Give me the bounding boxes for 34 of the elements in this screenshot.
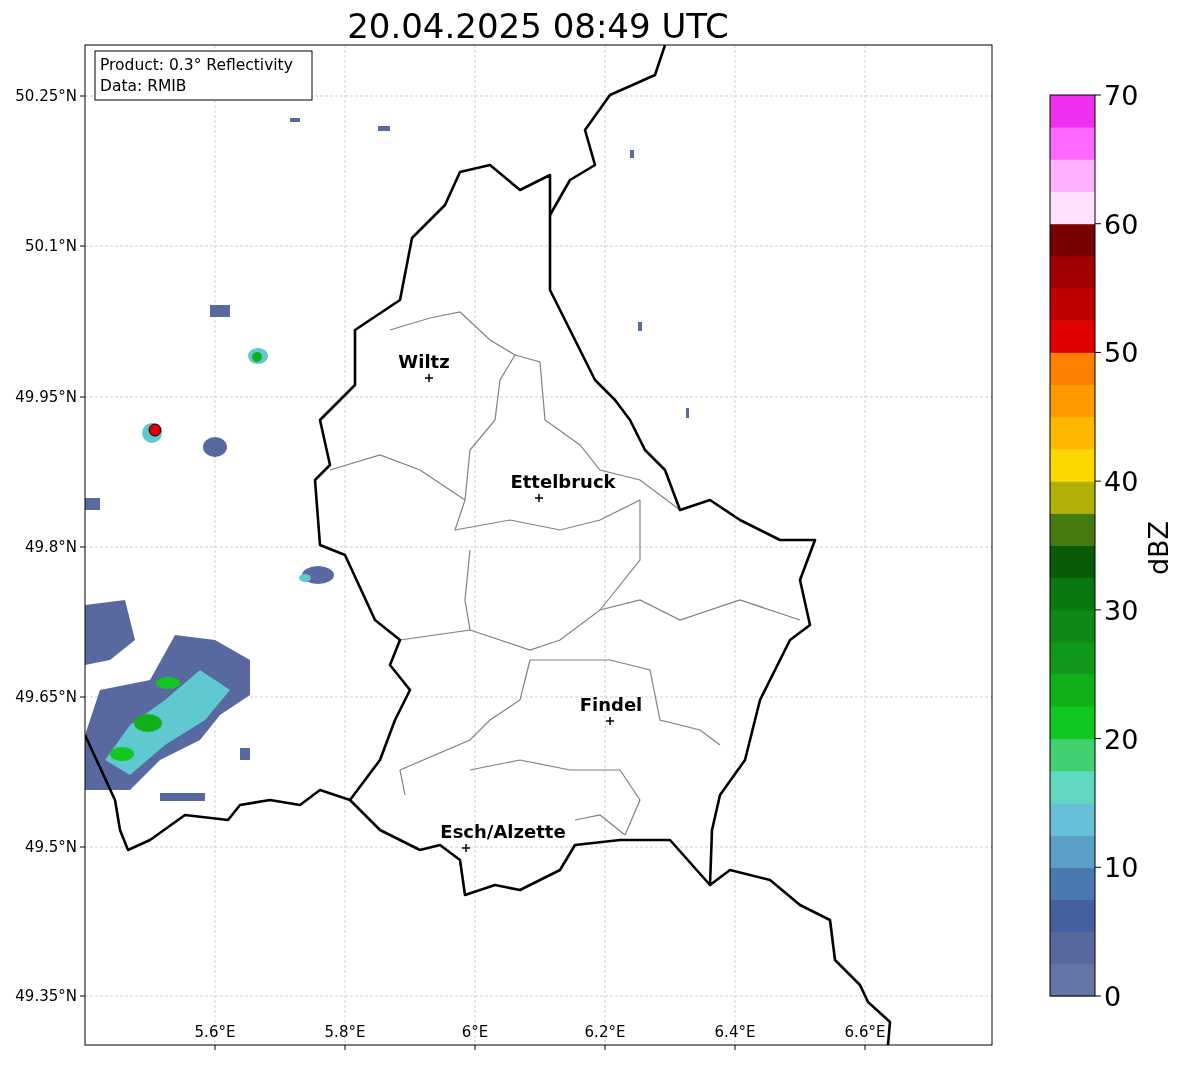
latitude-label: 50.25°N [15, 87, 77, 105]
city-label: Ettelbruck [510, 471, 616, 492]
city-marker-icon [534, 493, 544, 503]
longitude-label: 6.4°E [714, 1023, 756, 1041]
city-marker-icon [424, 373, 434, 383]
longitude-label: 5.8°E [324, 1023, 366, 1041]
colorbar-tick-label: 30 [1104, 594, 1139, 626]
info-text: Product: 0.3° Reflectivity [100, 56, 293, 74]
longitude-label: 5.6°E [194, 1023, 236, 1041]
latitude-label: 50.1°N [24, 237, 77, 255]
city-label: Wiltz [398, 351, 450, 372]
colorbar-tick-label: 20 [1104, 723, 1139, 755]
longitude-label: 6.6°E [844, 1023, 886, 1041]
latitude-label: 49.35°N [15, 987, 77, 1005]
longitude-label: 6.2°E [584, 1023, 626, 1041]
colorbar-tick-label: 40 [1104, 466, 1139, 498]
info-text: Data: RMIB [100, 77, 187, 95]
city-marker-icon [461, 843, 471, 853]
map-title: 20.04.2025 08:49 UTC [347, 6, 729, 46]
latitude-label: 49.95°N [15, 388, 77, 406]
longitude-label: 6°E [461, 1023, 489, 1041]
latitude-label: 49.8°N [24, 538, 77, 556]
colorbar-tick-label: 0 [1104, 981, 1122, 1012]
city-label: Findel [579, 694, 643, 715]
colorbar-tick-label: 70 [1104, 80, 1139, 111]
colorbar-tick-label: 60 [1104, 208, 1139, 240]
latitude-label: 49.5°N [24, 838, 77, 856]
radar-site-marker [148, 423, 162, 437]
latitude-label: 49.65°N [15, 688, 77, 706]
colorbar-tick-label: 10 [1104, 852, 1139, 884]
city-label: Esch/Alzette [440, 821, 566, 842]
colorbar-tick-label: 50 [1104, 337, 1139, 369]
colorbar-label: dBZ [1143, 520, 1174, 576]
city-marker-icon [605, 716, 615, 726]
